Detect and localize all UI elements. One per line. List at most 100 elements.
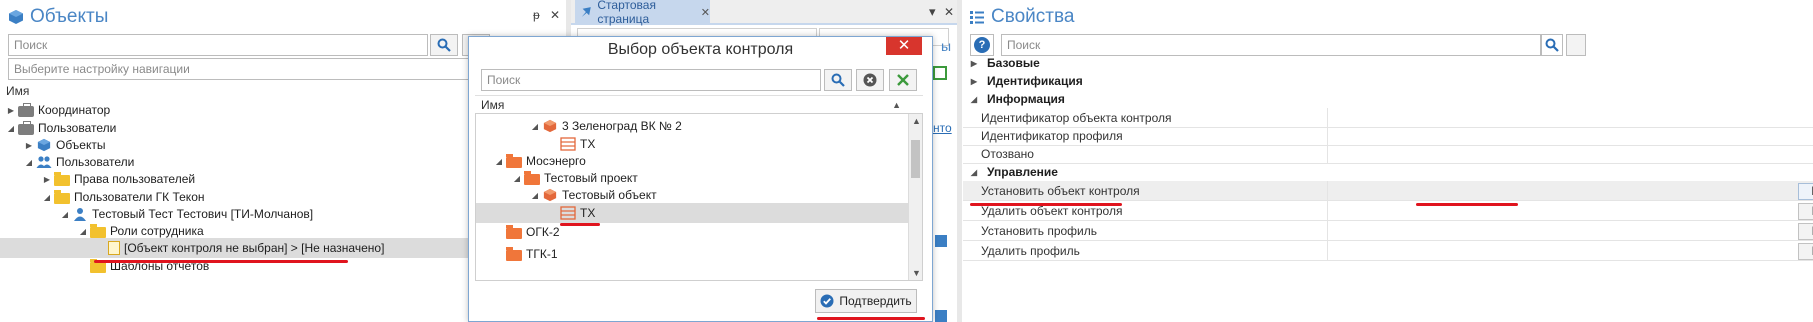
- property-value: [1328, 108, 1813, 127]
- center-blue-icon: [935, 310, 947, 322]
- collapse-arrow-icon[interactable]: ◢: [24, 158, 34, 167]
- clear-icon: [863, 73, 877, 87]
- scroll-down-icon[interactable]: ▼: [912, 268, 921, 278]
- dialog-search-button[interactable]: [824, 69, 852, 91]
- list-item-selected[interactable]: ТХ: [476, 203, 908, 223]
- folder-icon: [506, 224, 522, 239]
- folder-icon: [506, 246, 522, 261]
- property-value: Выполнить: [1328, 241, 1813, 260]
- center-blue-icon: [935, 235, 947, 247]
- annotation-underline: [1416, 203, 1518, 206]
- section-information[interactable]: ◢ Информация: [963, 90, 1813, 108]
- annotation-underline: [817, 317, 925, 320]
- list-item[interactable]: ◢ Тестовый объект: [476, 185, 922, 205]
- section-basic[interactable]: ▶ Базовые: [963, 54, 1813, 72]
- dialog-column-header: Имя ▲: [475, 95, 923, 113]
- dialog-close-button[interactable]: ✕: [886, 37, 922, 55]
- property-value: Выполнить: [1328, 181, 1813, 200]
- search-icon: [437, 38, 451, 52]
- document-icon: [108, 241, 120, 255]
- cube-icon: [543, 188, 557, 202]
- section-management[interactable]: ◢ Управление: [963, 163, 1813, 181]
- collapse-arrow-icon[interactable]: ◢: [530, 122, 540, 131]
- properties-search-input[interactable]: Поиск: [1001, 34, 1541, 56]
- collapse-arrow-icon[interactable]: ◢: [969, 168, 979, 177]
- dialog-scrollbar[interactable]: ▲ ▼: [908, 114, 922, 280]
- close-icon[interactable]: ✕: [944, 5, 954, 19]
- collapse-arrow-icon[interactable]: ◢: [78, 227, 88, 236]
- set-profile-button[interactable]: Выполнить: [1798, 223, 1813, 240]
- user-icon: [74, 208, 86, 221]
- expand-arrow-icon[interactable]: ▶: [6, 106, 16, 115]
- scroll-up-icon[interactable]: ▲: [912, 116, 921, 126]
- action-row: Удалить профиль Выполнить: [963, 241, 1813, 261]
- briefcase-icon: [18, 102, 34, 117]
- action-row: Установить объект контроля Выполнить: [963, 181, 1813, 201]
- dialog-search-input[interactable]: Поиск: [481, 69, 821, 91]
- expand-arrow-icon[interactable]: ▶: [969, 77, 979, 86]
- cube-icon: [543, 119, 557, 133]
- collapse-arrow-icon[interactable]: ◢: [42, 193, 52, 202]
- close-icon[interactable]: ✕: [550, 8, 560, 22]
- properties-extra-button[interactable]: [1566, 34, 1586, 56]
- folder-icon: [524, 170, 540, 185]
- briefcase-icon: [18, 120, 34, 135]
- check-circle-icon: [820, 294, 834, 308]
- list-item[interactable]: ТГК-1: [476, 244, 922, 264]
- property-row: Отозвано: [963, 144, 1813, 164]
- objects-pane-title: Объекты: [8, 6, 108, 28]
- expand-arrow-icon[interactable]: ▶: [969, 59, 979, 68]
- center-green-icon: [933, 66, 947, 80]
- users-icon: [36, 156, 52, 168]
- folder-icon: [90, 223, 106, 238]
- pin-icon[interactable]: ᵽ: [533, 8, 540, 22]
- set-control-object-button[interactable]: Выполнить: [1798, 183, 1813, 200]
- dialog-settings-button[interactable]: [889, 69, 917, 91]
- property-value: [1328, 126, 1813, 145]
- delete-profile-button[interactable]: Выполнить: [1798, 243, 1813, 260]
- collapse-arrow-icon[interactable]: ◢: [512, 174, 522, 183]
- expand-arrow-icon[interactable]: ▶: [42, 175, 52, 184]
- tab-menu-arrow[interactable]: ▾: [929, 4, 936, 20]
- property-value: Выполнить: [1328, 221, 1813, 240]
- cube-icon: [37, 138, 51, 152]
- list-item[interactable]: ◢ 3 Зеленоград ВК № 2: [476, 116, 922, 136]
- action-row: Установить профиль Выполнить: [963, 221, 1813, 241]
- select-object-dialog: Выбор объекта контроля ✕ Поиск Имя ▲ ◢ 3…: [468, 36, 933, 322]
- annotation-underline: [970, 203, 1122, 206]
- folder-icon: [506, 153, 522, 168]
- property-row: Идентификатор профиля: [963, 126, 1813, 146]
- collapse-arrow-icon[interactable]: ◢: [60, 210, 70, 219]
- collapse-arrow-icon[interactable]: ◢: [530, 191, 540, 200]
- search-icon: [831, 73, 845, 87]
- help-icon: ?: [974, 37, 990, 53]
- delete-control-object-button[interactable]: Выполнить: [1798, 203, 1813, 220]
- property-value: [1328, 144, 1813, 163]
- start-page-icon: [581, 7, 591, 17]
- expand-arrow-icon[interactable]: ▶: [24, 141, 34, 150]
- help-button[interactable]: ?: [970, 34, 994, 56]
- list-item[interactable]: ОГК-2: [476, 222, 922, 242]
- confirm-button[interactable]: Подтвердить: [815, 289, 917, 313]
- property-row: Идентификатор объекта контроля: [963, 108, 1813, 128]
- section-identification[interactable]: ▶ Идентификация: [963, 72, 1813, 90]
- properties-pane-title: Свойства: [969, 6, 1074, 28]
- tab-close-icon[interactable]: ✕: [701, 6, 710, 19]
- tab-start-page[interactable]: Стартовая страница ✕: [575, 0, 710, 26]
- dialog-object-list: ◢ 3 Зеленоград ВК № 2 ТХ ◢ Мосэнерго ◢ Т…: [475, 113, 923, 281]
- dialog-clear-button[interactable]: [856, 69, 884, 91]
- scrollbar-thumb[interactable]: [911, 140, 920, 178]
- objects-search-button[interactable]: [430, 34, 458, 56]
- objects-search-input[interactable]: Поиск: [8, 34, 428, 56]
- lines-icon: [560, 206, 576, 220]
- collapse-arrow-icon[interactable]: ◢: [6, 124, 16, 133]
- tools-icon: [897, 74, 909, 86]
- collapse-arrow-icon[interactable]: ◢: [494, 157, 504, 166]
- center-text-fragment: ы: [941, 38, 952, 54]
- sort-arrow-icon[interactable]: ▲: [892, 96, 901, 114]
- folder-icon: [90, 258, 106, 273]
- center-link-fragment[interactable]: нто: [933, 121, 952, 135]
- search-icon: [1545, 38, 1559, 52]
- properties-search-button[interactable]: [1541, 34, 1563, 56]
- collapse-arrow-icon[interactable]: ◢: [969, 95, 979, 104]
